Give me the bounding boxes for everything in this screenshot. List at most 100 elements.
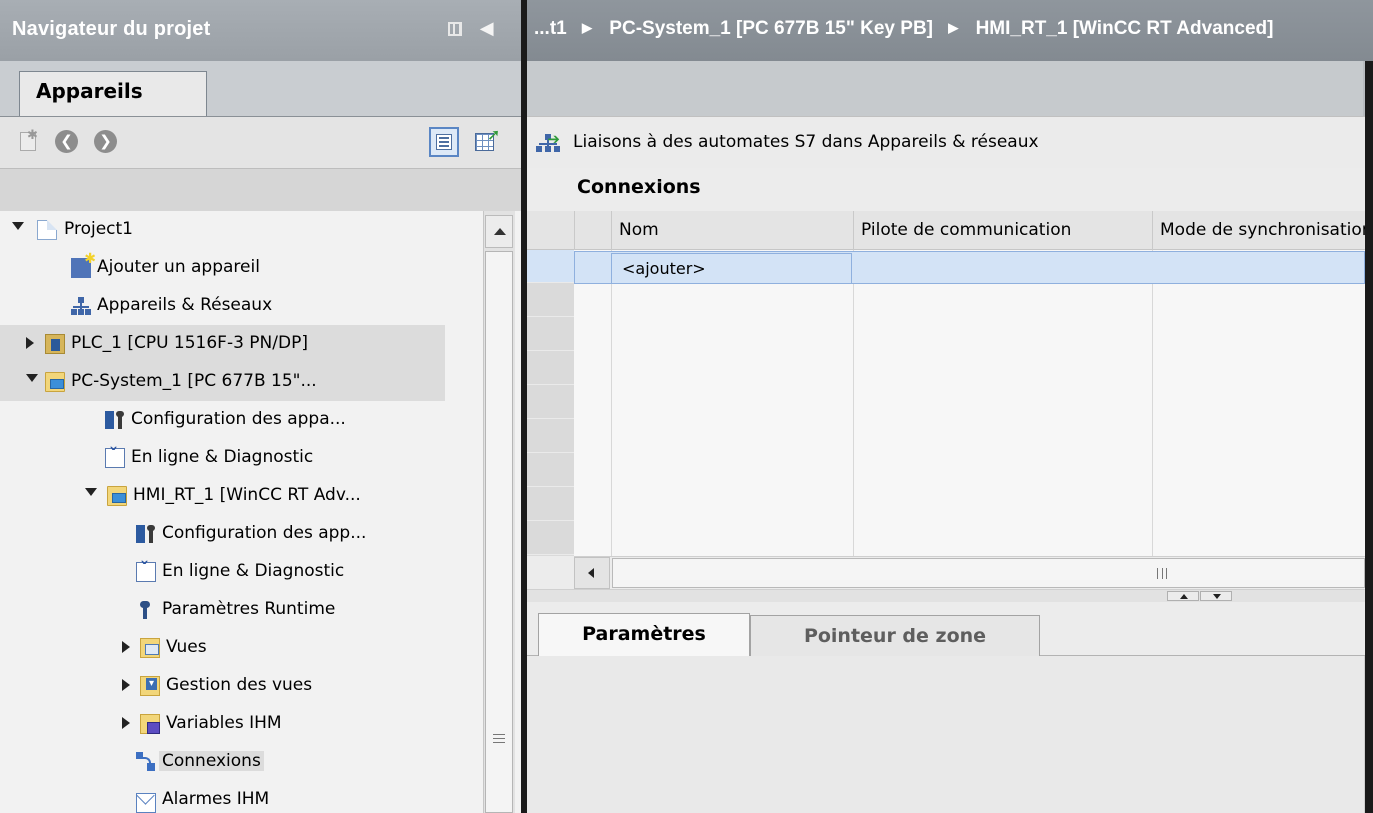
tab-pointeur-de-zone[interactable]: Pointeur de zone xyxy=(750,615,1040,657)
tree-item[interactable]: Variables IHM xyxy=(0,705,445,743)
tree-item[interactable]: Appareils & Réseaux xyxy=(0,287,445,325)
tree-item-label: Appareils & Réseaux xyxy=(97,295,273,315)
connections-icon xyxy=(136,752,156,772)
tree-item-label: PC-System_1 [PC 677B 15"... xyxy=(71,371,317,391)
tree-item[interactable]: Configuration des app... xyxy=(0,515,445,553)
tree-item[interactable]: Paramètres Runtime xyxy=(0,591,445,629)
breadcrumb-item[interactable]: PC-System_1 [PC 677B 15" Key PB] xyxy=(609,18,933,39)
row-header xyxy=(527,386,574,419)
tree-item[interactable]: Ajouter un appareil xyxy=(0,249,445,287)
network-link-icon: ➔ xyxy=(536,130,560,154)
editor-pane: ...t1 ▶ PC-System_1 [PC 677B 15" Key PB]… xyxy=(527,0,1373,813)
row-header xyxy=(527,284,574,317)
online-diagnostic-icon xyxy=(105,445,125,468)
tree-item-label: En ligne & Diagnostic xyxy=(162,561,345,581)
tree-item-label: Vues xyxy=(166,637,207,657)
device-config-icon xyxy=(105,410,125,430)
detail-view-icon[interactable] xyxy=(429,127,459,157)
scroll-thumb[interactable] xyxy=(612,558,1365,588)
screen-management-icon xyxy=(140,676,160,696)
properties-tabstrip: Paramètres Pointeur de zone xyxy=(527,602,1373,658)
s7-connections-link[interactable]: Liaisons à des automates S7 dans Apparei… xyxy=(573,132,1039,152)
chevron-right-icon: ▶ xyxy=(582,20,593,35)
forward-arrow-icon[interactable]: ❯ xyxy=(94,130,117,153)
navigator-toolbar: ✱ ❮ ❯ ➚ xyxy=(0,116,521,168)
online-diagnostic-icon xyxy=(136,559,156,582)
tree-item[interactable]: PLC_1 [CPU 1516F-3 PN/DP] xyxy=(0,325,445,363)
hmi-runtime-icon xyxy=(107,486,127,506)
row-header xyxy=(527,522,574,555)
navigator-tabstrip: Appareils xyxy=(0,61,521,117)
runtime-settings-icon xyxy=(136,600,156,620)
expand-up-icon[interactable] xyxy=(1167,591,1199,601)
project-navigator-title: Navigateur du projet xyxy=(12,18,211,40)
project-navigator: Navigateur du projet ◀ Appareils ✱ ❮ ❯ ➚… xyxy=(0,0,521,813)
project-page-icon xyxy=(37,220,57,240)
tree-item-label: PLC_1 [CPU 1516F-3 PN/DP] xyxy=(71,333,308,353)
column-header-mode-sync[interactable]: Mode de synchronisation xyxy=(1152,211,1365,250)
row-header xyxy=(527,318,574,351)
project-tree: Project1 Ajouter un appareil Appareils & R… xyxy=(0,211,483,813)
table-header: Nom Pilote de communication Mode de sync… xyxy=(527,211,1365,250)
collapse-arrow-icon[interactable] xyxy=(26,337,34,349)
tree-item-label: En ligne & Diagnostic xyxy=(131,447,314,467)
split-view-icon[interactable] xyxy=(448,22,462,36)
s7-connections-link-row: ➔ Liaisons à des automates S7 dans Appar… xyxy=(527,116,1373,168)
expand-down-icon[interactable] xyxy=(1200,591,1232,601)
panel-splitter[interactable] xyxy=(527,589,1373,602)
tree-item[interactable]: Vues xyxy=(0,629,445,667)
collapse-left-icon[interactable]: ◀ xyxy=(480,18,494,39)
tree-item[interactable]: En ligne & Diagnostic xyxy=(0,439,445,477)
overview-table-icon[interactable]: ➚ xyxy=(475,125,500,154)
tree-item[interactable]: Connexions xyxy=(0,743,445,781)
table-row[interactable]: <ajouter> xyxy=(574,251,1365,284)
column-header-pilote[interactable]: Pilote de communication xyxy=(853,211,1152,250)
tree-item[interactable]: Gestion des vues xyxy=(0,667,445,705)
row-header xyxy=(527,250,574,283)
tree-item[interactable]: HMI_RT_1 [WinCC RT Adv... xyxy=(0,477,445,515)
back-arrow-icon[interactable]: ❮ xyxy=(55,130,78,153)
breadcrumb-item[interactable]: HMI_RT_1 [WinCC RT Advanced] xyxy=(976,18,1274,39)
breadcrumb-item[interactable]: ...t1 xyxy=(534,18,567,39)
tree-item[interactable]: Project1 xyxy=(0,211,445,249)
tab-appareils[interactable]: Appareils xyxy=(19,71,207,117)
add-device-icon xyxy=(71,251,96,278)
tree-item[interactable]: PC-System_1 [PC 677B 15"... xyxy=(0,363,445,401)
expand-arrow-icon[interactable] xyxy=(12,222,24,230)
collapse-arrow-icon[interactable] xyxy=(122,679,130,691)
row-headers xyxy=(527,250,574,556)
hmi-tags-icon xyxy=(140,714,160,734)
scroll-left-icon[interactable] xyxy=(574,557,610,589)
project-navigator-header: Navigateur du projet ◀ xyxy=(0,0,521,61)
row-header xyxy=(527,488,574,521)
tree-item-label: HMI_RT_1 [WinCC RT Adv... xyxy=(133,485,361,505)
tree-item-label: Variables IHM xyxy=(166,713,282,733)
pc-system-icon xyxy=(45,372,65,392)
tree-item-label: Gestion des vues xyxy=(166,675,313,695)
tree-item[interactable]: En ligne & Diagnostic xyxy=(0,553,445,591)
tree-item[interactable]: Configuration des appa... xyxy=(0,401,445,439)
tree-item-label: Paramètres Runtime xyxy=(162,599,336,619)
new-item-icon[interactable]: ✱ xyxy=(17,128,41,154)
collapse-arrow-icon[interactable] xyxy=(122,717,130,729)
expand-arrow-icon[interactable] xyxy=(85,488,97,496)
section-title: Connexions xyxy=(577,176,701,198)
add-connection-cell[interactable]: <ajouter> xyxy=(611,253,852,284)
tree-vertical-scrollbar[interactable] xyxy=(483,211,515,813)
scroll-thumb[interactable] xyxy=(485,251,513,813)
collapse-arrow-icon[interactable] xyxy=(122,641,130,653)
table-body: <ajouter> xyxy=(574,250,1365,556)
device-config-icon xyxy=(136,524,156,544)
tree-item-label: Ajouter un appareil xyxy=(97,257,260,277)
tree-item-label: Configuration des appa... xyxy=(131,409,346,429)
scroll-up-icon[interactable] xyxy=(485,215,513,248)
properties-body xyxy=(527,656,1373,813)
table-horizontal-scrollbar[interactable] xyxy=(574,556,1365,589)
network-icon xyxy=(71,296,91,316)
expand-arrow-icon[interactable] xyxy=(26,374,38,382)
tree-item[interactable]: Alarmes IHM xyxy=(0,781,445,813)
tab-parametres[interactable]: Paramètres xyxy=(538,613,750,658)
tree-item-label: Alarmes IHM xyxy=(162,789,270,809)
column-header-nom[interactable]: Nom xyxy=(611,211,853,250)
tree-item-label: Connexions xyxy=(159,751,264,771)
